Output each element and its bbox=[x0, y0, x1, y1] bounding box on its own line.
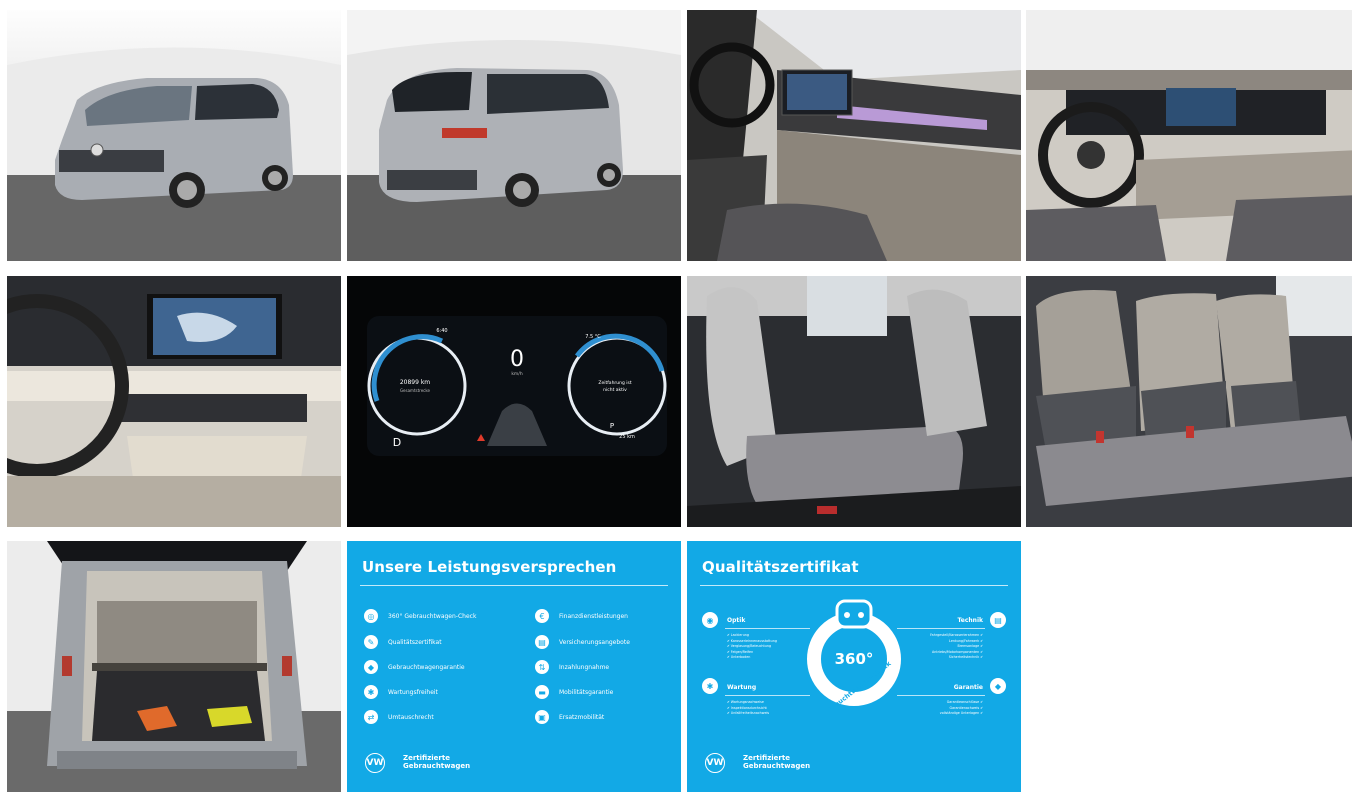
finance-icon: € bbox=[535, 609, 549, 623]
service-item-zertifikat: ✎ Qualitätszertifikat bbox=[364, 634, 442, 650]
open-trunk-photo[interactable] bbox=[7, 541, 341, 792]
garantie-divider bbox=[897, 695, 985, 696]
optik-title: Optik bbox=[727, 617, 746, 624]
service-item-finanz: € Finanzdienstleistungen bbox=[535, 608, 628, 624]
optik-icon: ◉ bbox=[702, 612, 718, 628]
service-item-umtausch: ⇄ Umtauschrecht bbox=[364, 709, 434, 725]
technik-item: Sicherheitstechnik ✔ bbox=[948, 655, 983, 659]
van-rear-left-photo[interactable] bbox=[347, 10, 681, 261]
service-item-ersatz: ▣ Ersatzmobilität bbox=[535, 709, 604, 725]
service-item-wartung: ✱ Wartungsfreiheit bbox=[364, 684, 438, 700]
insurance-icon: ▤ bbox=[535, 635, 549, 649]
garantie-icon: ◆ bbox=[990, 678, 1006, 694]
car-icon: ▬ bbox=[535, 685, 549, 699]
garantie-title: Garantie bbox=[953, 684, 983, 691]
cluster-message-2: nicht aktiv bbox=[603, 387, 627, 393]
certified-label: Zertifizierte Gebrauchtwagen bbox=[403, 754, 471, 770]
service-item-versicherung: ▤ Versicherungsangebote bbox=[535, 634, 630, 650]
cluster-message-1: Zeitfahrung ist bbox=[598, 380, 631, 386]
cluster-speed: 0 bbox=[510, 347, 524, 372]
cluster-temperature: 7.5 °C bbox=[585, 334, 601, 340]
vw-logo-icon: VW bbox=[705, 753, 725, 773]
certificate-icon: ✎ bbox=[364, 635, 378, 649]
replacement-car-icon: ▣ bbox=[535, 710, 549, 724]
cluster-odometer: 20899 km bbox=[400, 379, 430, 386]
shield-icon: ◆ bbox=[364, 660, 378, 674]
certified-label: Zertifizierte Gebrauchtwagen bbox=[743, 754, 811, 770]
wartung-item: ✔ Unfallfreiheitsnachweis bbox=[727, 711, 770, 715]
digital-instrument-cluster-photo[interactable]: 0 km/h 20899 km Gesamtstrecke D 7.5 °C 6… bbox=[347, 276, 681, 527]
technik-divider bbox=[897, 628, 985, 629]
trade-in-icon: ⇅ bbox=[535, 660, 549, 674]
rear-bench-seats-photo[interactable] bbox=[1026, 276, 1352, 527]
technik-list: Fahrgestell/Karosserierahmen ✔ Lenkung/F… bbox=[887, 633, 983, 661]
infotainment-center-console-photo[interactable] bbox=[7, 276, 341, 527]
quality-card-divider bbox=[700, 585, 1008, 586]
optik-item: ✔ Verglasung/Beleuchtung bbox=[727, 644, 772, 648]
check-360-icon: ◎ bbox=[364, 609, 378, 623]
cockpit-passenger-side-photo[interactable] bbox=[687, 10, 1021, 261]
service-item-garantie: ◆ Gebrauchtwagengarantie bbox=[364, 659, 465, 675]
van-front-left-photo[interactable] bbox=[7, 10, 341, 261]
qualitaetszertifikat-card[interactable]: Qualitätszertifikat 360° Gebrauchtwagen-… bbox=[687, 541, 1021, 792]
leistung-card-title: Unsere Leistungsversprechen bbox=[362, 558, 617, 576]
quality-card-title: Qualitätszertifikat bbox=[702, 558, 859, 576]
wartung-list: ✔ Wartungsnachweise ✔ Inspektionsdurchsi… bbox=[727, 700, 769, 717]
service-item-mobilitaet: ▬ Mobilitätsgarantie bbox=[535, 684, 613, 700]
garantie-list: Garantieanschlüsse ✔ Garantienachweis ✔ … bbox=[887, 700, 983, 717]
vw-logo-icon: VW bbox=[365, 753, 385, 773]
optik-item: ✔ Unterboden bbox=[727, 655, 751, 659]
cluster-time: 6:40 bbox=[436, 328, 447, 334]
leistung-card-divider bbox=[360, 585, 668, 586]
cockpit-driver-view-photo[interactable] bbox=[1026, 10, 1352, 261]
exchange-icon: ⇄ bbox=[364, 710, 378, 724]
optik-divider bbox=[725, 628, 810, 629]
badge-number: 360° bbox=[835, 650, 874, 668]
cluster-speed-unit: km/h bbox=[511, 371, 523, 377]
technik-icon: ▤ bbox=[990, 612, 1006, 628]
wartung-title: Wartung bbox=[727, 684, 757, 691]
cluster-park: P bbox=[610, 422, 614, 430]
wartung-divider bbox=[725, 695, 810, 696]
wartung-icon: ✱ bbox=[702, 678, 718, 694]
garantie-item: vollständige Unterlagen ✔ bbox=[939, 711, 983, 715]
middle-row-seats-photo[interactable] bbox=[687, 276, 1021, 527]
cluster-odometer-label: Gesamtstrecke bbox=[400, 388, 431, 393]
cluster-gear: D bbox=[393, 436, 401, 449]
photo-gallery-grid: 0 km/h 20899 km Gesamtstrecke D 7.5 °C 6… bbox=[0, 0, 1352, 792]
technik-title: Technik bbox=[957, 617, 983, 624]
service-item-inzahlung: ⇅ Inzahlungnahme bbox=[535, 659, 609, 675]
service-item-check: ◎ 360° Gebrauchtwagen-Check bbox=[364, 608, 476, 624]
cluster-range: 25 km bbox=[619, 434, 635, 440]
wartung-item: ✔ Wartungsnachweise bbox=[727, 700, 764, 704]
wrench-icon: ✱ bbox=[364, 685, 378, 699]
leistungsversprechen-card[interactable]: Unsere Leistungsversprechen ◎ 360° Gebrau… bbox=[347, 541, 681, 792]
optik-list: ✔ Lackierung ✔ Karosserieinnenausstattun… bbox=[727, 633, 777, 661]
